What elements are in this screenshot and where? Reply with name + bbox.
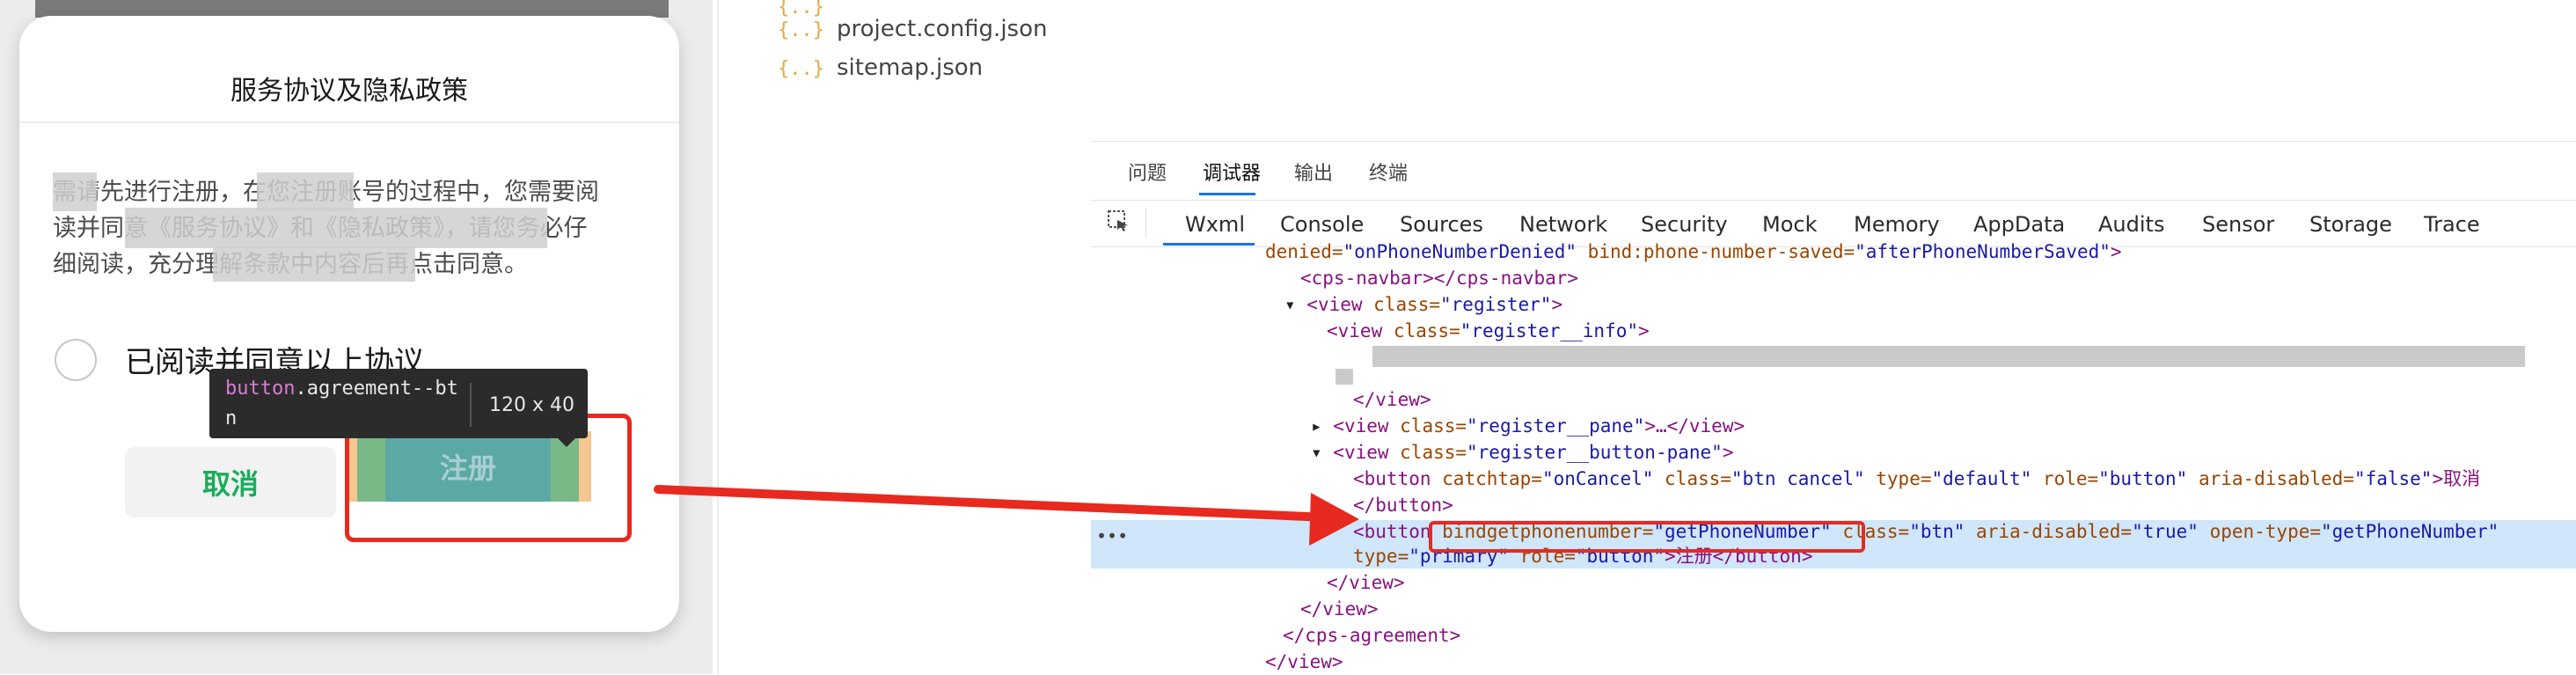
toolbar-separator [1145,208,1146,238]
tab-problems[interactable]: 问题 [1128,158,1167,186]
simulator-top-strip [35,0,669,18]
wxml-tree: denied="onPhoneNumberDenied" bind:phone-… [1091,241,2576,675]
tab-terminal[interactable]: 终端 [1369,158,1408,186]
tooltip-size: 120 x 40 [489,394,574,416]
redaction-blur [213,246,415,282]
cancel-button[interactable]: 取消 [125,447,336,517]
annotation-box-bindgetphonenumber [1429,521,1865,553]
redaction-blur [1372,346,2525,367]
redaction-blur [257,172,354,211]
json-file-icon: {..} [778,58,824,80]
file-name: project.config.json [836,16,1048,42]
code-line[interactable]: ▾ <view class="register__button-pane"> [1311,439,1733,466]
tab-appdata[interactable]: AppData [1973,212,2065,237]
tab-sources[interactable]: Sources [1400,212,1483,237]
tab-output[interactable]: 输出 [1294,158,1333,186]
code-line[interactable]: <cps-navbar></cps-navbar> [1300,265,1578,291]
active-tab-indicator [1199,193,1255,195]
json-file-icon: {..} [778,19,824,41]
tab-audits[interactable]: Audits [2098,212,2164,237]
tab-mock[interactable]: Mock [1762,212,1817,237]
tab-debugger[interactable]: 调试器 [1203,158,1261,186]
code-line[interactable]: </cps-agreement> [1283,622,1460,649]
agree-radio[interactable] [55,339,97,381]
tooltip-separator [470,383,472,427]
code-line[interactable]: </view> [1265,649,1343,675]
tooltip-arrow [556,437,577,447]
redaction-blur [53,172,97,211]
tooltip-tag: button [225,378,296,400]
code-line[interactable]: denied="onPhoneNumberDenied" bind:phone-… [1265,238,2122,265]
code-line[interactable]: </view> [1353,386,1431,413]
panel-divider [717,0,719,674]
code-line[interactable]: </view> [1300,596,1379,622]
file-name: sitemap.json [836,55,984,81]
tab-security[interactable]: Security [1641,212,1728,237]
devtools-panel: 问题 调试器 输出 终端 Wxml Console Sources Networ… [1091,141,2576,675]
tooltip-class-cont: n [225,407,238,429]
element-picker-icon[interactable] [1107,209,1130,232]
modal-title: 服务协议及隐私政策 [231,76,468,106]
redaction-blur [125,208,547,248]
code-line[interactable]: <view class="register__info"> [1327,318,1650,344]
tab-memory[interactable]: Memory [1854,212,1940,237]
code-line[interactable]: ▸ <view class="register__pane">…</view> [1311,413,1745,439]
tab-network[interactable]: Network [1519,212,1607,237]
tooltip-selector: button.agreement--bt [225,378,458,400]
tab-sensor[interactable]: Sensor [2202,212,2274,237]
tab-trace[interactable]: Trace [2424,212,2480,237]
file-item-sitemap[interactable]: {..} sitemap.json [778,55,983,86]
tab-console[interactable]: Console [1280,212,1364,237]
more-icon[interactable]: ••• [1096,525,1128,547]
redaction-blur [1336,369,1353,385]
code-line[interactable]: ▾ <view class="register"> [1284,291,1562,318]
code-line[interactable]: </view> [1327,569,1405,596]
modal-divider [19,121,679,123]
code-line[interactable]: </button> [1353,492,1453,518]
inspect-tooltip: button.agreement--bt n 120 x 40 [209,369,588,438]
file-item-project-config[interactable]: {..} project.config.json [778,16,1047,48]
code-line[interactable]: <button catchtap="onCancel" class="btn c… [1353,466,2480,492]
tooltip-class: .agreement--bt [295,378,458,400]
tab-storage[interactable]: Storage [2309,212,2392,237]
tab-wxml[interactable]: Wxml [1185,212,1245,237]
